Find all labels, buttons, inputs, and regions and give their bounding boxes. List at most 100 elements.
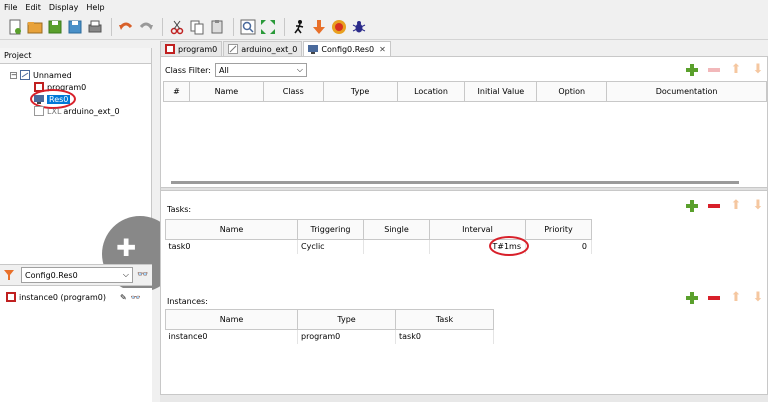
cut-icon[interactable] bbox=[168, 18, 186, 36]
column-header[interactable]: Type bbox=[322, 81, 398, 102]
copy-icon[interactable] bbox=[188, 18, 206, 36]
tab-config-res[interactable]: Config0.Res0 ✕ bbox=[303, 41, 391, 56]
add-variable-button[interactable] bbox=[685, 63, 699, 77]
task-name-cell[interactable]: task0 bbox=[165, 239, 298, 254]
menu-display[interactable]: Display bbox=[49, 3, 79, 12]
open-folder-icon[interactable] bbox=[26, 18, 44, 36]
tab-arduino-ext[interactable]: arduino_ext_0 bbox=[223, 41, 303, 56]
tree-item-ext-prefix: LXL bbox=[47, 106, 62, 116]
view-glasses-icon[interactable]: 👓 bbox=[137, 270, 148, 280]
menu-bar: File Edit Display Help bbox=[0, 0, 768, 14]
column-header[interactable]: Class bbox=[262, 81, 324, 102]
instances-table: Name Type Task instance0 program0 task0 bbox=[165, 309, 494, 344]
column-header[interactable]: Task bbox=[395, 309, 494, 330]
tasks-header-row: Name Triggering Single Interval Priority bbox=[165, 219, 592, 240]
download-arrow-icon[interactable] bbox=[310, 18, 328, 36]
highlight-ellipse bbox=[489, 236, 529, 256]
debug-bug-icon[interactable] bbox=[350, 18, 368, 36]
task-interval-cell[interactable]: T#1ms bbox=[429, 236, 529, 256]
add-plus-icon: ✚ bbox=[116, 234, 137, 262]
task-single-cell[interactable] bbox=[363, 239, 430, 254]
new-file-icon[interactable] bbox=[6, 18, 24, 36]
column-header[interactable]: Option bbox=[536, 81, 608, 102]
column-header[interactable]: Single bbox=[363, 219, 430, 240]
bottom-panel-edge bbox=[160, 394, 768, 402]
list-item[interactable]: instance0 (program0) ✎ 👓 bbox=[6, 292, 146, 302]
tasks-table: Name Triggering Single Interval Priority… bbox=[165, 219, 592, 256]
tree-item-ext-label: arduino_ext_0 bbox=[63, 106, 120, 116]
config-select[interactable]: Config0.Res0 ⌵ bbox=[21, 267, 133, 283]
instance-label: instance0 (program0) bbox=[19, 292, 107, 302]
collapse-icon[interactable]: − bbox=[10, 71, 17, 79]
chevron-down-icon: ⌵ bbox=[296, 65, 303, 74]
tab-label: Config0.Res0 bbox=[321, 44, 375, 54]
column-header[interactable]: Location bbox=[396, 81, 466, 102]
column-header[interactable]: Name bbox=[188, 81, 264, 102]
class-filter: Class Filter: All ⌵ bbox=[165, 63, 307, 77]
menu-help[interactable]: Help bbox=[86, 3, 104, 12]
config-selector-row: Config0.Res0 ⌵ 👓 bbox=[0, 264, 152, 286]
instance-name-cell[interactable]: instance0 bbox=[165, 329, 298, 344]
paste-icon[interactable] bbox=[208, 18, 226, 36]
task-triggering-cell[interactable]: Cyclic bbox=[297, 239, 364, 254]
fullscreen-icon[interactable] bbox=[259, 18, 277, 36]
add-task-button[interactable] bbox=[685, 199, 699, 213]
editor-tabs: program0 arduino_ext_0 Config0.Res0 ✕ bbox=[160, 40, 768, 56]
add-instance-button[interactable] bbox=[685, 291, 699, 305]
move-down-button[interactable]: ⬇ bbox=[751, 63, 765, 77]
instance-task-cell[interactable]: task0 bbox=[395, 329, 494, 344]
column-header[interactable]: Type bbox=[297, 309, 396, 330]
undo-icon[interactable] bbox=[117, 18, 135, 36]
class-filter-select[interactable]: All ⌵ bbox=[214, 63, 307, 77]
menu-edit[interactable]: Edit bbox=[25, 3, 41, 12]
column-header[interactable]: Documentation bbox=[606, 81, 767, 102]
table-row[interactable]: task0 Cyclic T#1ms 0 bbox=[165, 236, 592, 256]
column-header[interactable]: Name bbox=[165, 219, 298, 240]
delete-task-button[interactable] bbox=[707, 199, 721, 213]
column-header[interactable]: Initial Value bbox=[464, 81, 538, 102]
toolbar bbox=[0, 14, 768, 40]
redo-icon[interactable] bbox=[137, 18, 155, 36]
splitter[interactable] bbox=[161, 187, 767, 191]
tab-label: arduino_ext_0 bbox=[241, 44, 298, 54]
save-as-icon[interactable] bbox=[66, 18, 84, 36]
run-icon[interactable] bbox=[290, 18, 308, 36]
program-icon bbox=[165, 44, 175, 54]
class-filter-label: Class Filter: bbox=[165, 65, 211, 75]
move-down-button[interactable]: ⬇ bbox=[751, 199, 765, 213]
move-up-button[interactable]: ⬆ bbox=[729, 199, 743, 213]
horizontal-scrollbar[interactable] bbox=[171, 181, 739, 184]
project-panel-header: Project bbox=[0, 48, 151, 64]
tree-item-root[interactable]: − Unnamed bbox=[10, 70, 72, 80]
tab-program0[interactable]: program0 bbox=[160, 41, 223, 56]
instances-header-row: Name Type Task bbox=[165, 309, 494, 330]
edit-pencil-icon[interactable]: ✎ bbox=[120, 293, 127, 302]
variables-table: # Name Class Type Location Initial Value… bbox=[163, 81, 767, 102]
move-down-button[interactable]: ⬇ bbox=[751, 291, 765, 305]
stop-icon[interactable] bbox=[330, 18, 348, 36]
project-icon bbox=[20, 70, 30, 80]
instance-type-cell[interactable]: program0 bbox=[297, 329, 396, 344]
column-header[interactable]: Triggering bbox=[297, 219, 364, 240]
delete-instance-button[interactable] bbox=[707, 291, 721, 305]
menu-file[interactable]: File bbox=[4, 3, 17, 12]
task-priority-cell[interactable]: 0 bbox=[525, 239, 592, 254]
delete-variable-button[interactable] bbox=[707, 63, 721, 77]
close-icon[interactable]: ✕ bbox=[379, 45, 386, 54]
column-header[interactable]: Priority bbox=[525, 219, 592, 240]
tree-item-ext[interactable]: LXL arduino_ext_0 bbox=[34, 106, 120, 116]
instance-controls: ⬆ ⬇ bbox=[685, 291, 765, 305]
variables-header-row: # Name Class Type Location Initial Value… bbox=[163, 81, 767, 102]
table-row[interactable]: instance0 program0 task0 bbox=[165, 329, 494, 344]
save-icon[interactable] bbox=[46, 18, 64, 36]
chevron-down-icon: ⌵ bbox=[122, 270, 129, 279]
column-header[interactable]: Name bbox=[165, 309, 298, 330]
move-up-button[interactable]: ⬆ bbox=[729, 63, 743, 77]
search-icon[interactable] bbox=[239, 18, 257, 36]
program-icon bbox=[6, 292, 16, 302]
variable-controls: ⬆ ⬇ bbox=[685, 63, 765, 77]
move-up-button[interactable]: ⬆ bbox=[729, 291, 743, 305]
column-header[interactable]: # bbox=[163, 81, 190, 102]
print-icon[interactable] bbox=[86, 18, 104, 36]
view-glasses-icon[interactable]: 👓 bbox=[131, 293, 141, 302]
